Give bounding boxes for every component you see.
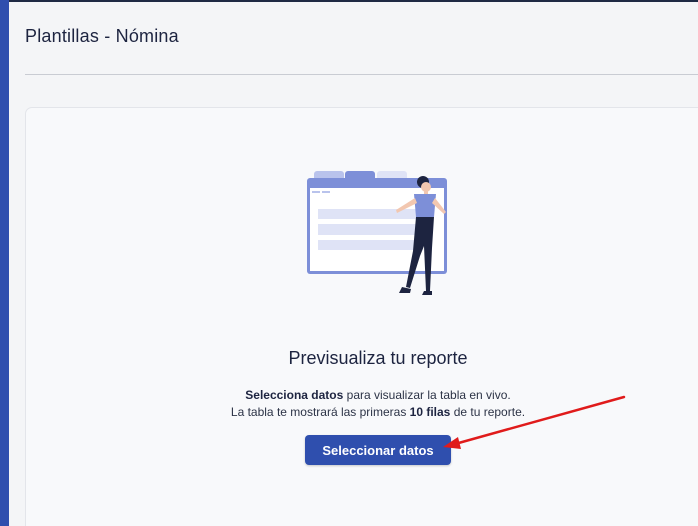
description-line-1-rest: para visualizar la tabla en vivo.: [343, 388, 511, 402]
description-line-1: Selecciona datos para visualizar la tabl…: [0, 388, 698, 402]
app-window: Plantillas - Nómina Previsualiza tu repo…: [0, 0, 698, 526]
description-bold-rows: 10 filas: [409, 405, 451, 419]
description-line-2-pre: La tabla te mostrará las primeras: [230, 405, 410, 419]
description-line-2: La tabla te mostrará las primeras 10 fil…: [0, 405, 698, 419]
top-border: [9, 0, 698, 2]
page-title: Plantillas - Nómina: [25, 26, 179, 46]
description-line-2-post: de tu reporte.: [450, 405, 526, 419]
title-divider: [25, 74, 698, 75]
select-data-button[interactable]: Seleccionar datos: [305, 435, 451, 465]
description-bold-select: Selecciona datos: [245, 388, 344, 402]
preview-heading: Previsualiza tu reporte: [288, 348, 468, 368]
person-with-table-illustration: [307, 171, 447, 295]
left-nav-stripe: [0, 0, 9, 526]
